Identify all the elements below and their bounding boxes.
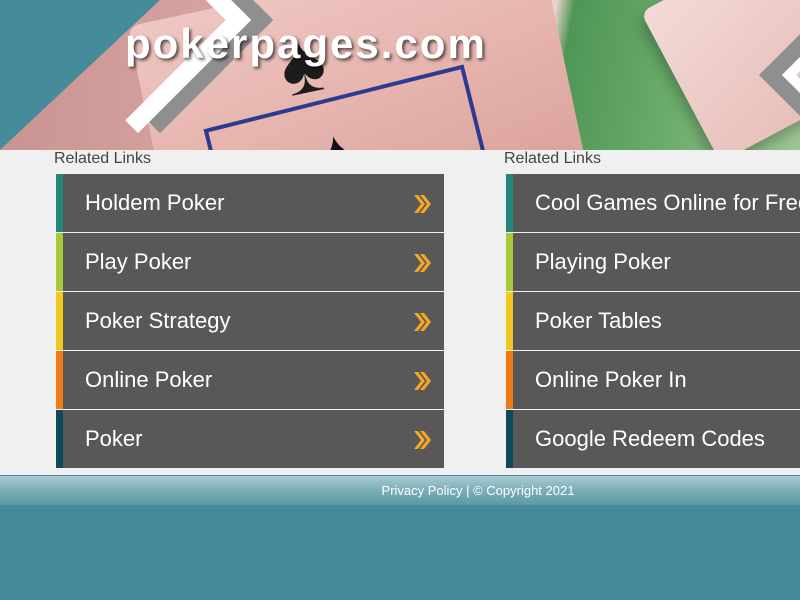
related-link-label: Cool Games Online for Free <box>535 190 800 215</box>
page-bottom-background <box>0 505 800 600</box>
related-link-poker-strategy[interactable]: Poker Strategy <box>56 292 444 350</box>
related-link-label: Play Poker <box>85 249 192 274</box>
double-chevron-right-icon <box>414 431 431 449</box>
footer-text: Privacy Policy | © Copyright 2021 <box>0 476 800 505</box>
site-title[interactable]: pokerpages.com <box>125 20 487 68</box>
related-link-playing-poker[interactable]: Playing Poker <box>506 233 800 291</box>
related-links-list-left: Holdem Poker Play Poker Poker Strategy O… <box>56 174 444 469</box>
header-banner: ♠ ♠ pokerpages.com <box>0 0 800 150</box>
privacy-policy-link[interactable]: Privacy Policy <box>382 483 463 498</box>
related-link-online-poker-in[interactable]: Online Poker In <box>506 351 800 409</box>
related-link-cool-games[interactable]: Cool Games Online for Free <box>506 174 800 232</box>
related-link-label: Poker <box>85 426 143 451</box>
related-link-play-poker[interactable]: Play Poker <box>56 233 444 291</box>
double-chevron-right-icon <box>414 254 431 272</box>
page: ♠ ♠ pokerpages.com Related Links Holdem … <box>0 0 800 600</box>
related-link-label: Online Poker <box>85 367 213 392</box>
double-chevron-right-icon <box>414 195 431 213</box>
copyright-text: © Copyright 2021 <box>473 483 575 498</box>
related-link-poker[interactable]: Poker <box>56 410 444 468</box>
related-links-area: Related Links Holdem Poker Play Poker Po… <box>0 150 800 475</box>
related-links-list-right: Cool Games Online for Free Playing Poker… <box>506 174 800 469</box>
footer: Privacy Policy | © Copyright 2021 <box>0 476 800 505</box>
related-link-label: Google Redeem Codes <box>535 426 765 451</box>
related-links-heading-left: Related Links <box>54 150 151 167</box>
related-link-holdem-poker[interactable]: Holdem Poker <box>56 174 444 232</box>
related-link-label: Poker Strategy <box>85 308 231 333</box>
related-link-google-redeem-codes[interactable]: Google Redeem Codes <box>506 410 800 468</box>
double-chevron-right-icon <box>414 313 431 331</box>
related-link-poker-tables[interactable]: Poker Tables <box>506 292 800 350</box>
related-link-label: Online Poker In <box>535 367 687 392</box>
double-chevron-right-icon <box>414 372 431 390</box>
related-link-label: Holdem Poker <box>85 190 225 215</box>
related-links-heading-right: Related Links <box>504 150 601 167</box>
footer-separator: | <box>466 483 470 498</box>
related-link-online-poker[interactable]: Online Poker <box>56 351 444 409</box>
related-link-label: Poker Tables <box>535 308 662 333</box>
related-link-label: Playing Poker <box>535 249 671 274</box>
